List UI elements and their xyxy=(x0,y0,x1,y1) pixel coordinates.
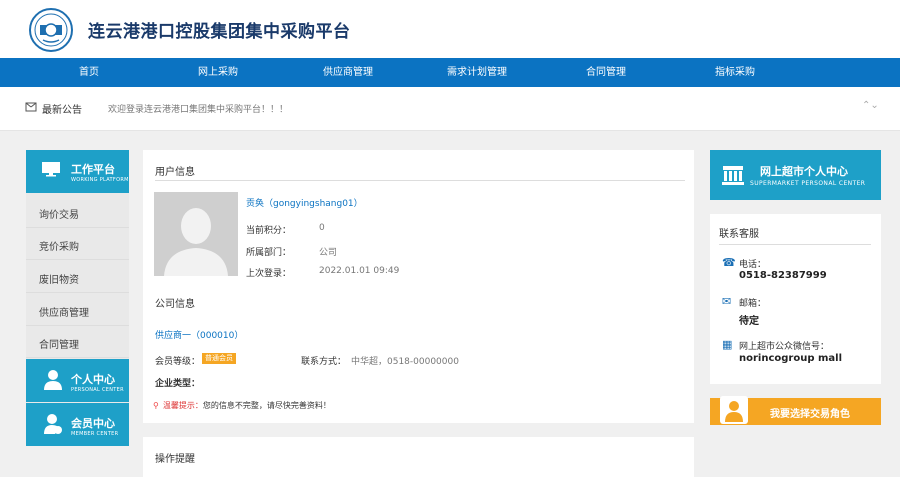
nav-supplier-management[interactable]: 供应商管理 xyxy=(298,58,398,87)
nav-online-purchase[interactable]: 网上采购 xyxy=(168,58,268,87)
member-level-badge: 普通会员 xyxy=(202,353,236,364)
monitor-icon xyxy=(42,162,60,177)
company-logo-icon[interactable] xyxy=(29,8,73,52)
contact-label: 联系方式： xyxy=(301,357,347,367)
last-login-value: 2022.01.01 09:49 xyxy=(319,266,400,276)
tip-text[interactable]: 您的信息不完整，请尽快完善资料！ xyxy=(203,401,331,410)
email-label: 邮箱： xyxy=(739,299,767,309)
email-icon: ✉ xyxy=(722,295,732,308)
notice-icon xyxy=(25,102,37,112)
notice-scroll-arrows-icon[interactable]: ⌃⌄ xyxy=(862,100,879,111)
select-trade-role-label: 我要选择交易角色 xyxy=(770,409,850,420)
nav-contract-management[interactable]: 合同管理 xyxy=(556,58,656,87)
operation-reminder-card: 操作提醒 xyxy=(143,437,694,477)
company-type-label: 企业类型： xyxy=(155,379,201,389)
divider xyxy=(155,180,685,181)
promo-title: 网上超市个人中心 xyxy=(760,165,848,178)
member-center-title: 会员中心 xyxy=(71,417,115,430)
email-value: 待定 xyxy=(739,316,759,327)
phone-value: 0518-82387999 xyxy=(739,270,827,281)
menu-waste-materials[interactable]: 废旧物资 xyxy=(26,261,129,293)
phone-icon: ☎ xyxy=(722,256,736,269)
personal-center-subtitle: PERSONAL CENTER xyxy=(71,387,124,393)
member-center-button[interactable]: 会员中心 MEMBER CENTER xyxy=(26,403,129,446)
menu-inquiry-trade[interactable]: 询价交易 xyxy=(26,196,129,228)
nav-demand-plan[interactable]: 需求计划管理 xyxy=(427,58,527,87)
workbench-header[interactable]: 工作平台 WORKING PLATFORM xyxy=(26,150,129,193)
supermarket-personal-center-banner[interactable]: 网上超市个人中心 SUPERMARKET PERSONAL CENTER xyxy=(710,150,881,200)
personal-center-button[interactable]: 个人中心 PERSONAL CENTER xyxy=(26,359,129,402)
notice-title: 最新公告 xyxy=(42,105,82,116)
service-title: 联系客服 xyxy=(719,229,759,240)
menu-label: 废旧物资 xyxy=(39,275,79,286)
nav-home[interactable]: 首页 xyxy=(39,58,139,87)
default-avatar-icon xyxy=(154,192,238,276)
user-name[interactable]: 贡奂（gongyingshang01） xyxy=(246,196,363,209)
qrcode-icon: ▦ xyxy=(722,338,733,351)
notice-bar: 最新公告 欢迎登录连云港港口集团集中采购平台！！！ ⌃⌄ xyxy=(0,87,900,131)
personal-center-title: 个人中心 xyxy=(71,373,115,386)
user-info-title: 用户信息 xyxy=(155,167,195,178)
header: 连云港港口控股集团集中采购平台 xyxy=(0,0,900,58)
role-icon xyxy=(720,396,748,424)
menu-bidding-purchase[interactable]: 竞价采购 xyxy=(26,228,129,260)
menu-label: 询价交易 xyxy=(39,210,79,221)
notice-text[interactable]: 欢迎登录连云港港口集团集中采购平台！！！ xyxy=(108,102,288,115)
user-info-card: 用户信息 贡奂（gongyingshang01） 当前积分： 0 所属部门： 公… xyxy=(143,150,694,423)
workbench-subtitle: WORKING PLATFORM xyxy=(71,177,129,183)
location-pin-icon: ⚲ xyxy=(153,401,159,410)
phone-label: 电话： xyxy=(739,260,767,270)
member-center-subtitle: MEMBER CENTER xyxy=(71,431,119,437)
supermarket-icon xyxy=(722,166,744,185)
main-nav: 首页 网上采购 供应商管理 需求计划管理 合同管理 指标采购 xyxy=(0,58,900,87)
points-value: 0 xyxy=(319,223,325,233)
tip-prefix: 温馨提示： xyxy=(162,401,203,410)
points-label: 当前积分： xyxy=(246,226,292,236)
menu-label: 竞价采购 xyxy=(39,242,79,253)
contact-value: 中华超，0518-00000000 xyxy=(351,357,459,367)
last-login-label: 上次登录： xyxy=(246,269,292,279)
member-level-label: 会员等级： xyxy=(155,357,201,367)
menu-label: 合同管理 xyxy=(39,340,79,351)
menu-contract-management[interactable]: 合同管理 xyxy=(26,326,129,358)
wechat-value: norincogroup mall xyxy=(739,353,843,364)
workbench-title: 工作平台 xyxy=(71,163,115,176)
member-icon xyxy=(44,414,62,434)
customer-service-card: 联系客服 ☎ 电话： 0518-82387999 ✉ 邮箱： 待定 ▦ 网上超市… xyxy=(710,214,881,384)
avatar xyxy=(154,192,238,276)
person-icon xyxy=(44,370,62,390)
warm-tip: ⚲ 温馨提示：您的信息不完整，请尽快完善资料！ xyxy=(153,400,331,411)
select-trade-role-button[interactable]: 我要选择交易角色 xyxy=(710,396,881,425)
operation-reminder-title: 操作提醒 xyxy=(155,454,195,465)
menu-supplier-management[interactable]: 供应商管理 xyxy=(26,294,129,326)
wechat-label: 网上超市公众微信号： xyxy=(739,342,830,352)
nav-indicator-purchase[interactable]: 指标采购 xyxy=(685,58,785,87)
department-label: 所属部门： xyxy=(246,248,292,258)
promo-subtitle: SUPERMARKET PERSONAL CENTER xyxy=(750,180,866,187)
divider xyxy=(719,244,871,245)
menu-label: 供应商管理 xyxy=(39,308,89,319)
company-info-title: 公司信息 xyxy=(155,299,195,310)
supplier-name[interactable]: 供应商一（000010） xyxy=(155,328,243,341)
department-value: 公司 xyxy=(319,248,338,258)
site-title: 连云港港口控股集团集中采购平台 xyxy=(88,22,351,42)
